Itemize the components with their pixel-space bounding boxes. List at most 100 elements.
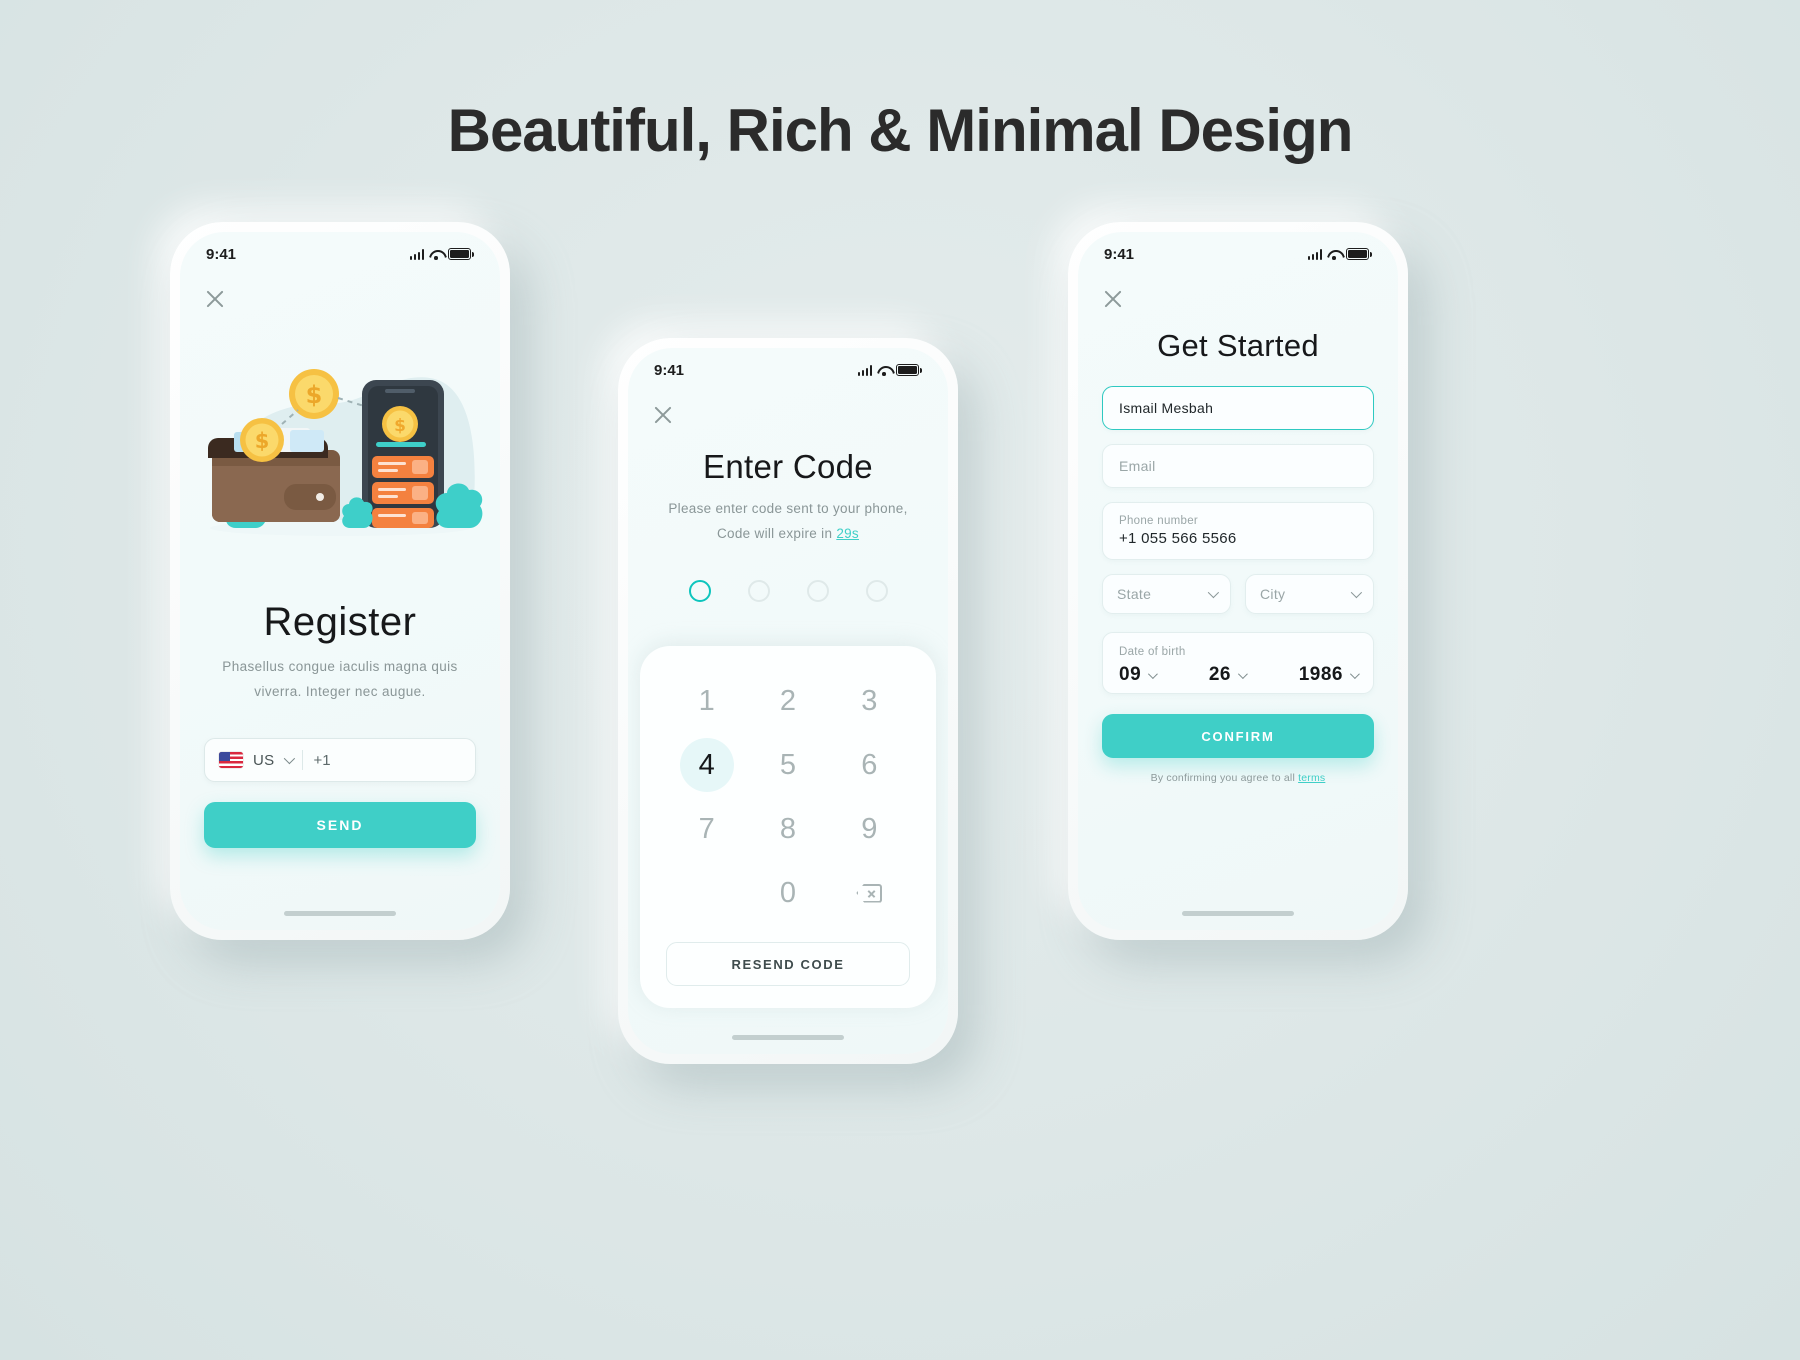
chevron-down-icon bbox=[1350, 586, 1363, 599]
name-value: Ismail Mesbah bbox=[1119, 400, 1214, 416]
confirm-button[interactable]: CONFIRM bbox=[1102, 714, 1374, 758]
key-4-label: 4 bbox=[698, 748, 715, 781]
send-button[interactable]: SEND bbox=[204, 802, 476, 848]
home-indicator bbox=[732, 1035, 844, 1040]
cellular-bars-icon bbox=[409, 248, 424, 260]
chevron-down-icon[interactable] bbox=[284, 752, 296, 765]
status-icons bbox=[857, 364, 922, 376]
terms-prefix: By confirming you agree to all bbox=[1150, 772, 1299, 784]
email-placeholder: Email bbox=[1119, 458, 1156, 474]
phone-mockup-register: 9:41 $ $ $ Register Phasellus congue iac… bbox=[170, 222, 510, 940]
country-code-label: US bbox=[253, 751, 275, 769]
dob-month-value: 26 bbox=[1208, 664, 1231, 685]
city-placeholder: City bbox=[1260, 586, 1286, 602]
terms-link[interactable]: terms bbox=[1298, 772, 1325, 784]
phone-field[interactable]: Phone number +1 055 566 5566 bbox=[1102, 502, 1374, 560]
otp-indicator-row bbox=[628, 580, 948, 602]
phone-value: +1 055 566 5566 bbox=[1119, 530, 1237, 547]
svg-text:$: $ bbox=[394, 416, 406, 436]
status-bar: 9:41 bbox=[628, 348, 948, 392]
close-icon[interactable] bbox=[652, 404, 674, 426]
key-4[interactable]: 4 bbox=[666, 736, 747, 794]
dob-row: 09 26 1986 bbox=[1119, 664, 1360, 686]
screen-get-started: 9:41 Get Started Ismail Mesbah Email Pho… bbox=[1078, 232, 1398, 930]
screen3-title: Get Started bbox=[1157, 328, 1319, 363]
key-6-label: 6 bbox=[861, 748, 878, 781]
chevron-down-icon bbox=[1148, 668, 1159, 679]
home-indicator bbox=[1182, 911, 1294, 916]
numeric-keypad: 1 2 3 4 5 6 7 8 9 0 RESEND CODE bbox=[640, 646, 936, 1008]
key-5-label: 5 bbox=[779, 748, 797, 781]
dob-label: Date of birth bbox=[1119, 646, 1186, 658]
wallet-coins-phone-illustration: $ $ $ bbox=[208, 369, 483, 536]
backspace-icon bbox=[856, 884, 882, 903]
svg-text:$: $ bbox=[255, 429, 270, 453]
screen2-subtitle: Please enter code sent to your phone, Co… bbox=[650, 496, 926, 546]
key-2[interactable]: 2 bbox=[747, 672, 828, 730]
key-0-label: 0 bbox=[779, 876, 797, 909]
phone-number-input[interactable]: US +1 bbox=[204, 738, 476, 782]
key-9[interactable]: 9 bbox=[829, 800, 910, 858]
key-blank bbox=[666, 864, 747, 922]
status-time: 9:41 bbox=[654, 361, 685, 379]
email-field[interactable]: Email bbox=[1102, 444, 1374, 488]
dob-month-select[interactable]: 26 bbox=[1208, 664, 1248, 686]
dob-year-select[interactable]: 1986 bbox=[1299, 664, 1360, 686]
home-indicator bbox=[284, 911, 396, 916]
us-flag-icon bbox=[219, 752, 243, 768]
resend-code-button[interactable]: RESEND CODE bbox=[666, 942, 910, 986]
dial-code-label: +1 bbox=[313, 751, 331, 769]
key-5[interactable]: 5 bbox=[747, 736, 828, 794]
key-3[interactable]: 3 bbox=[829, 672, 910, 730]
dob-day-select[interactable]: 09 bbox=[1119, 664, 1159, 686]
key-6[interactable]: 6 bbox=[829, 736, 910, 794]
otp-dot-4[interactable] bbox=[865, 580, 888, 602]
battery-full-icon bbox=[896, 364, 922, 376]
key-1[interactable]: 1 bbox=[666, 672, 747, 730]
name-field[interactable]: Ismail Mesbah bbox=[1102, 386, 1374, 430]
otp-dot-1[interactable] bbox=[688, 580, 711, 602]
battery-full-icon bbox=[1346, 248, 1372, 260]
key-7[interactable]: 7 bbox=[666, 800, 747, 858]
close-icon[interactable] bbox=[204, 288, 226, 310]
otp-dot-3[interactable] bbox=[806, 580, 829, 602]
subtitle-line-1: Please enter code sent to your phone, bbox=[668, 501, 908, 516]
key-delete[interactable] bbox=[829, 864, 910, 922]
cellular-bars-icon bbox=[1307, 248, 1322, 260]
key-8[interactable]: 8 bbox=[747, 800, 828, 858]
divider bbox=[302, 750, 304, 770]
status-bar: 9:41 bbox=[180, 232, 500, 276]
key-8-label: 8 bbox=[779, 812, 797, 845]
chevron-down-icon bbox=[1207, 586, 1220, 599]
key-2-label: 2 bbox=[779, 684, 797, 717]
wifi-icon bbox=[877, 365, 891, 376]
phone-mockup-enter-code: 9:41 Enter Code Please enter code sent t… bbox=[618, 338, 958, 1064]
key-9-label: 9 bbox=[861, 812, 878, 845]
screen2-title: Enter Code bbox=[703, 448, 873, 485]
state-placeholder: State bbox=[1117, 586, 1152, 602]
phone-label: Phone number bbox=[1119, 515, 1199, 527]
otp-dot-2[interactable] bbox=[747, 580, 770, 602]
key-3-label: 3 bbox=[861, 684, 878, 717]
status-time: 9:41 bbox=[206, 245, 237, 263]
subtitle-line-2-prefix: Code will expire in bbox=[717, 526, 837, 541]
close-icon[interactable] bbox=[1102, 288, 1124, 310]
wifi-icon bbox=[429, 249, 443, 260]
state-select[interactable]: State bbox=[1102, 574, 1231, 614]
city-select[interactable]: City bbox=[1245, 574, 1374, 614]
terms-text: By confirming you agree to all terms bbox=[1078, 772, 1398, 784]
status-time: 9:41 bbox=[1104, 245, 1135, 263]
state-city-row: State City bbox=[1102, 574, 1374, 614]
key-0[interactable]: 0 bbox=[747, 864, 828, 922]
status-bar: 9:41 bbox=[1078, 232, 1398, 276]
cellular-bars-icon bbox=[857, 364, 872, 376]
svg-text:$: $ bbox=[306, 381, 323, 409]
chevron-down-icon bbox=[1349, 668, 1360, 679]
battery-full-icon bbox=[448, 248, 474, 260]
key-1-label: 1 bbox=[698, 684, 715, 717]
key-7-label: 7 bbox=[698, 812, 715, 845]
status-icons bbox=[1307, 248, 1372, 260]
screen1-title: Register bbox=[263, 600, 417, 644]
date-of-birth-field[interactable]: Date of birth 09 26 1986 bbox=[1102, 632, 1374, 694]
page-title: Beautiful, Rich & Minimal Design bbox=[447, 97, 1354, 164]
